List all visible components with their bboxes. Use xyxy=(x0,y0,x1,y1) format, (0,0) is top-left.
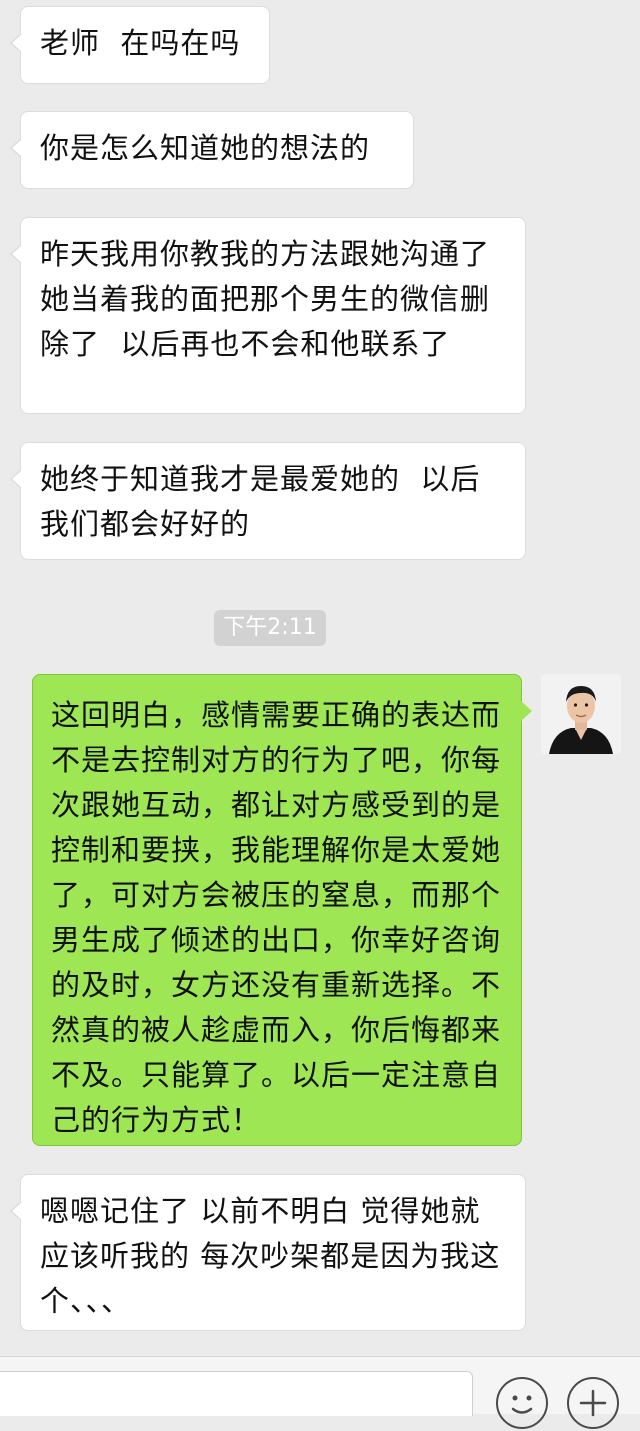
plus-button[interactable] xyxy=(567,1377,619,1429)
message-timestamp: 下午2:11 xyxy=(214,610,326,646)
incoming-message[interactable]: 老师 在吗在吗 xyxy=(10,6,270,84)
incoming-message[interactable]: 昨天我用你教我的方法跟她沟通了 她当着我的面把那个男生的微信删除了 以后再也不会… xyxy=(10,217,526,414)
avatar[interactable] xyxy=(541,674,621,754)
outgoing-message[interactable]: 这回明白，感情需要正确的表达而不是去控制对方的行为了吧，你每次跟她互动，都让对方… xyxy=(32,674,532,1146)
incoming-message[interactable]: 嗯嗯记住了 以前不明白 觉得她就应该听我的 每次吵架都是因为我这个、、、 xyxy=(10,1174,526,1331)
incoming-message[interactable]: 她终于知道我才是最爱她的 以后我们都会好好的 xyxy=(10,442,526,560)
message-input[interactable] xyxy=(0,1371,473,1416)
emoji-icon xyxy=(511,1395,533,1414)
avatar-image xyxy=(541,674,621,754)
incoming-message[interactable]: 你是怎么知道她的想法的 xyxy=(10,111,414,189)
chat-input-bar xyxy=(0,1356,640,1429)
plus-icon xyxy=(579,1389,607,1417)
emoji-button[interactable] xyxy=(496,1377,548,1429)
